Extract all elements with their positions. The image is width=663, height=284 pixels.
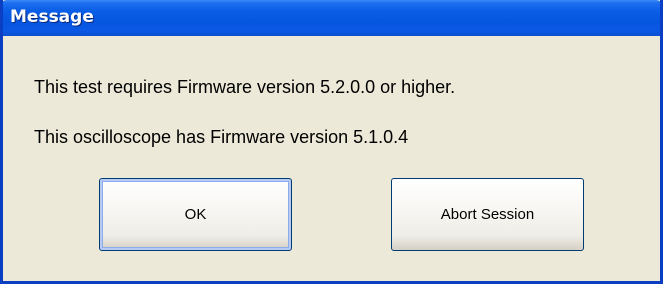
message-line-current-version: This oscilloscope has Firmware version 5… — [34, 127, 409, 147]
title-bar[interactable]: Message — [3, 0, 660, 36]
message-dialog: Message This test requires Firmware vers… — [0, 0, 663, 284]
ok-button[interactable]: OK — [99, 178, 292, 251]
message-line-required-version: This test requires Firmware version 5.2.… — [34, 77, 456, 97]
abort-session-button[interactable]: Abort Session — [391, 178, 584, 251]
dialog-title: Message — [10, 7, 94, 27]
abort-session-button-label: Abort Session — [440, 206, 535, 223]
dialog-body: This test requires Firmware version 5.2.… — [3, 36, 660, 281]
ok-button-label: OK — [184, 206, 207, 223]
